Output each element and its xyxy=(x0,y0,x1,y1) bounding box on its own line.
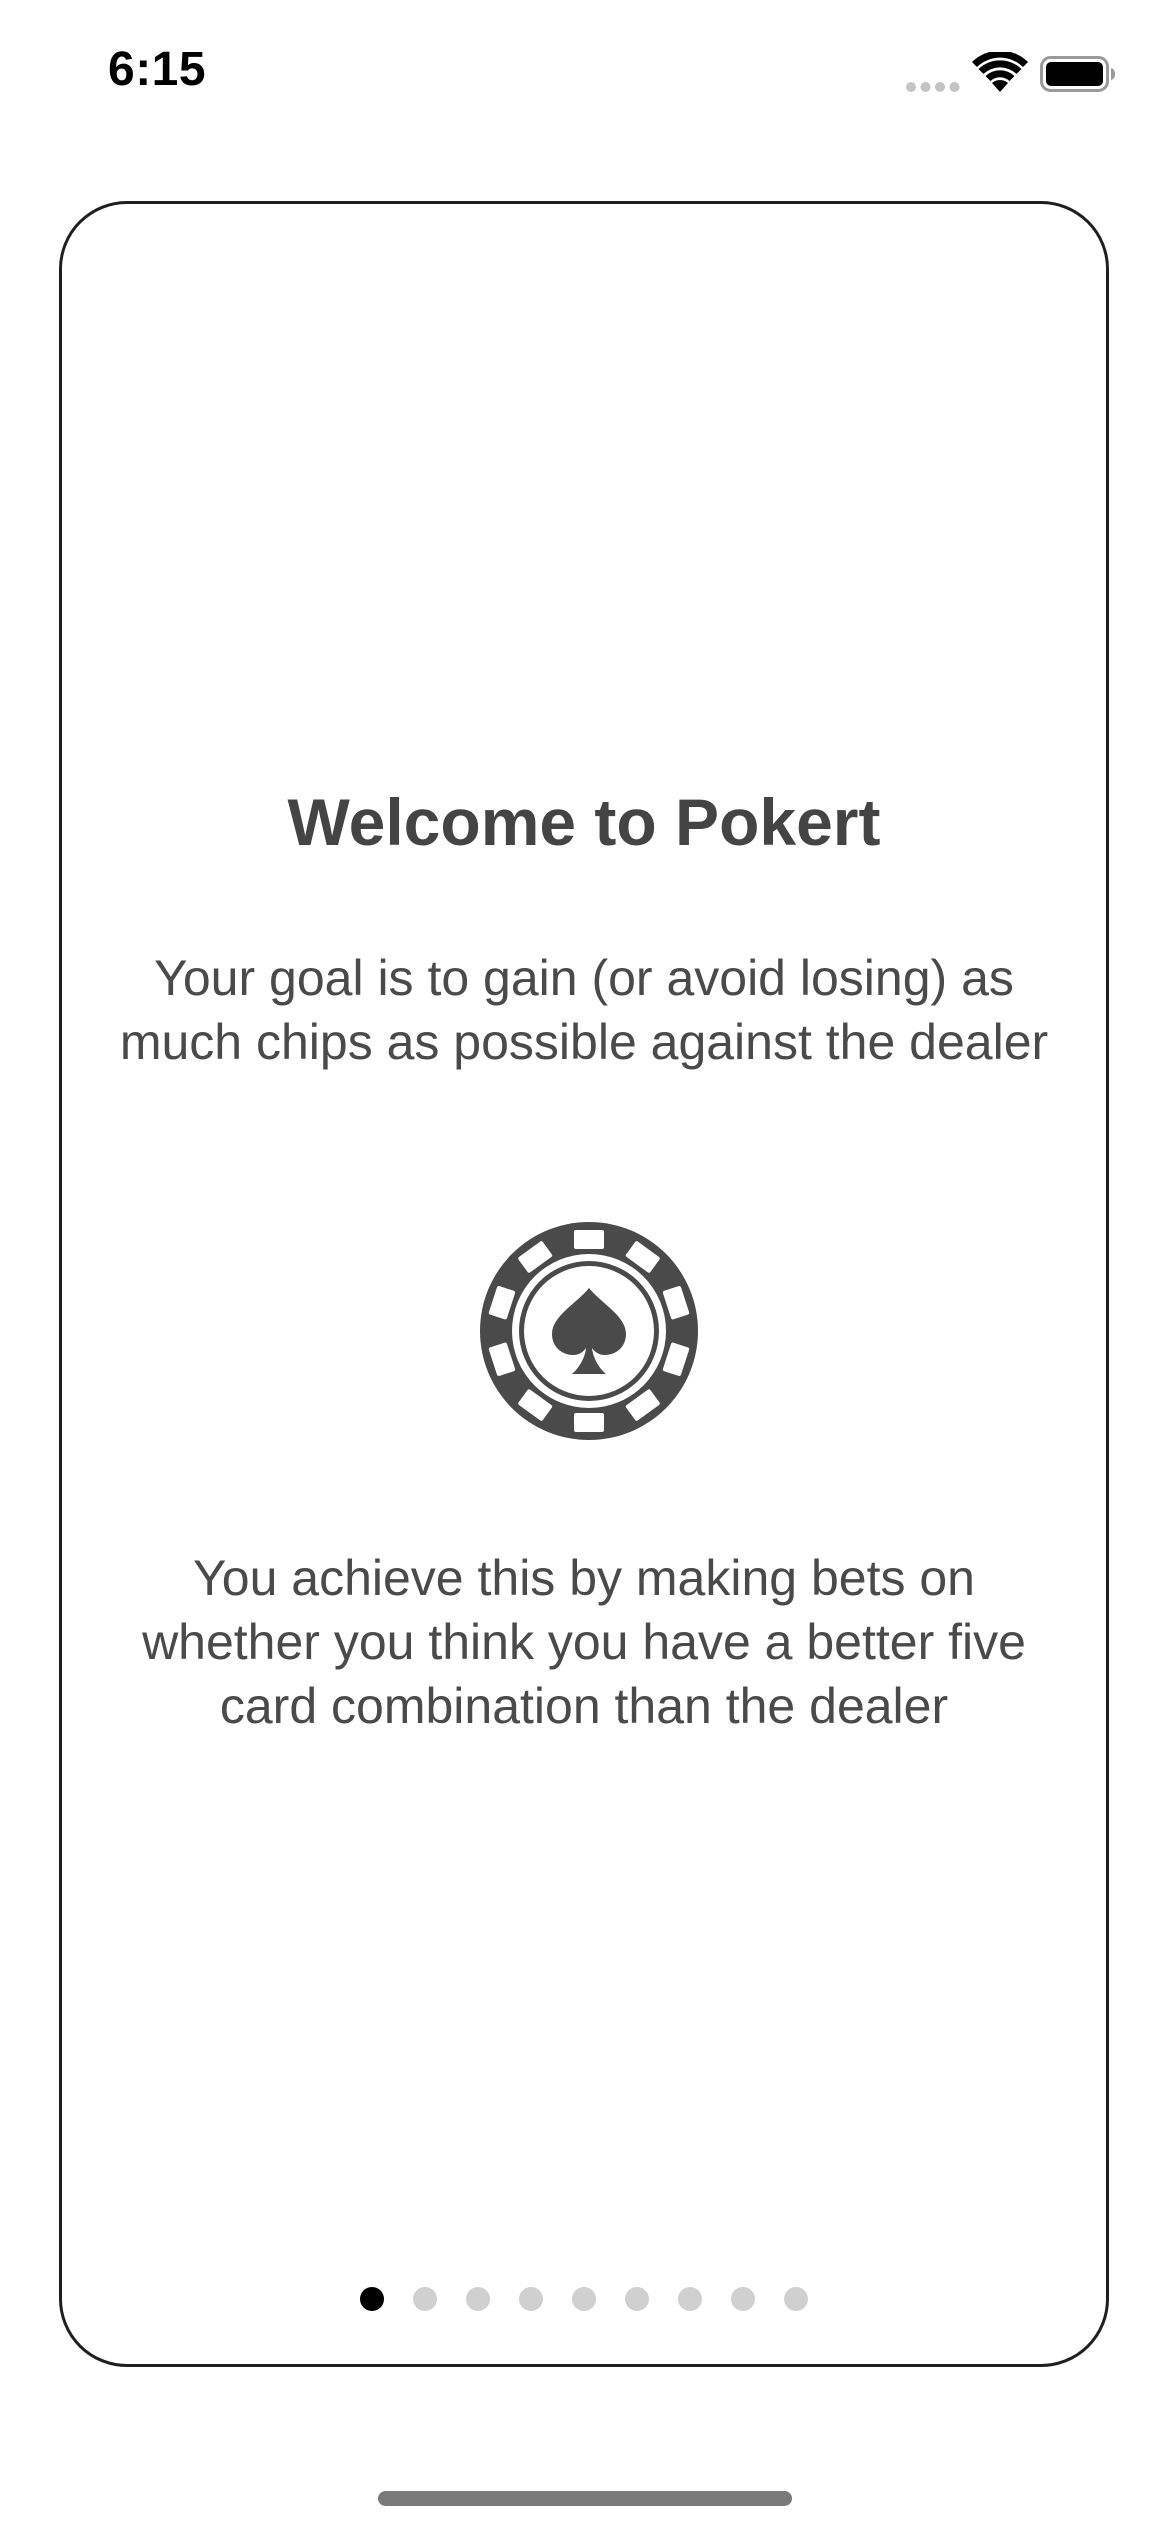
page-dot-9[interactable] xyxy=(784,2287,808,2311)
page-dot-6[interactable] xyxy=(625,2287,649,2311)
welcome-title: Welcome to Pokert xyxy=(287,785,881,859)
battery-icon xyxy=(1040,56,1115,92)
page-dot-3[interactable] xyxy=(466,2287,490,2311)
onboarding-card: Welcome to Pokert Your goal is to gain (… xyxy=(59,201,1109,2367)
wifi-icon xyxy=(972,52,1028,92)
status-bar: 6:15 xyxy=(0,0,1170,150)
page-indicator[interactable] xyxy=(62,2284,1106,2314)
home-indicator[interactable] xyxy=(378,2491,792,2506)
page-dot-8[interactable] xyxy=(731,2287,755,2311)
page-dot-1[interactable] xyxy=(360,2287,384,2311)
page-dot-5[interactable] xyxy=(572,2287,596,2311)
status-time: 6:15 xyxy=(108,43,207,96)
page-dot-7[interactable] xyxy=(678,2287,702,2311)
page-dot-4[interactable] xyxy=(519,2287,543,2311)
page-dot-2[interactable] xyxy=(413,2287,437,2311)
achieve-text: You achieve this by making bets on wheth… xyxy=(142,1550,1026,1734)
signal-icon xyxy=(906,82,960,92)
goal-text: Your goal is to gain (or avoid losing) a… xyxy=(119,950,1049,1070)
poker-chip-spade-icon xyxy=(480,1222,698,1440)
